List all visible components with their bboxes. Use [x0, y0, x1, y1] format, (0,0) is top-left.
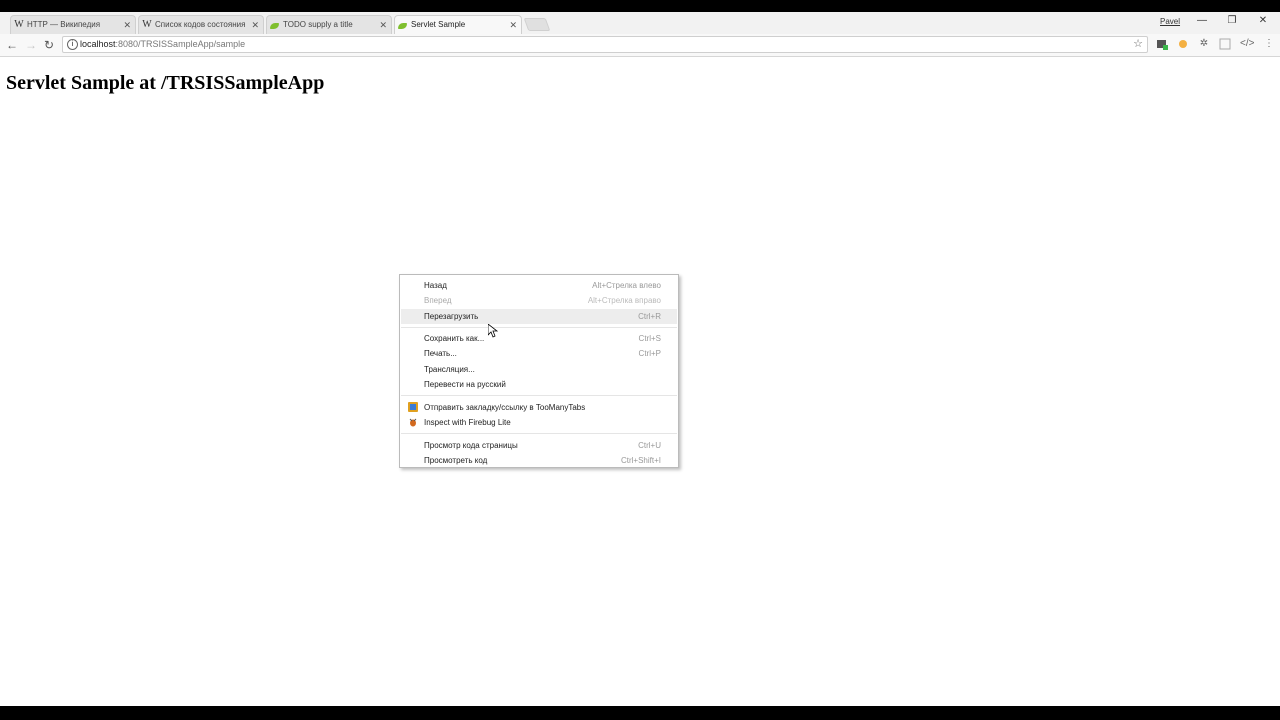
- menu-item-cast[interactable]: Трансляция...: [401, 362, 677, 377]
- menu-item-shortcut: Ctrl+Shift+I: [620, 456, 661, 465]
- tab-status-codes[interactable]: W Список кодов состояния ✕: [138, 15, 264, 34]
- tab-title: Список кодов состояния: [155, 20, 246, 29]
- menu-item-firebug[interactable]: Inspect with Firebug Lite: [401, 415, 677, 430]
- menu-item-label: Назад: [424, 281, 447, 290]
- menu-item-label: Отправить закладку/ссылку в TooManyTabs: [424, 403, 586, 412]
- menu-item-shortcut: Ctrl+R: [638, 312, 661, 321]
- toomanytabs-icon: [408, 402, 418, 412]
- menu-item-toomanytabs[interactable]: Отправить закладку/ссылку в TooManyTabs: [401, 400, 677, 415]
- menu-item-save-as[interactable]: Сохранить как... Ctrl+S: [401, 331, 677, 346]
- context-menu: Назад Alt+Стрелка влево Вперед Alt+Стрел…: [399, 274, 679, 468]
- close-window-icon[interactable]: ✕: [1253, 15, 1273, 26]
- url-host: localhost: [80, 39, 116, 49]
- page-heading: Servlet Sample at /TRSISSampleApp: [6, 72, 325, 94]
- menu-item-label: Вперед: [424, 296, 452, 305]
- profile-button[interactable]: Pavel: [1160, 17, 1180, 26]
- browser-window: W HTTP — Википедия ✕ W Список кодов сост…: [0, 12, 1280, 706]
- menu-item-label: Перезагрузить: [424, 312, 479, 321]
- mouse-cursor-icon: [488, 324, 498, 338]
- tab-strip: W HTTP — Википедия ✕ W Список кодов сост…: [0, 12, 1280, 34]
- wikipedia-icon: W: [14, 19, 24, 30]
- menu-item-shortcut: Alt+Стрелка вправо: [587, 296, 661, 305]
- menu-item-forward[interactable]: Вперед Alt+Стрелка вправо: [401, 293, 677, 308]
- close-tab-icon[interactable]: ✕: [379, 16, 387, 34]
- tab-title: HTTP — Википедия: [27, 20, 101, 29]
- menu-item-shortcut: Ctrl+S: [638, 334, 661, 343]
- browser-toolbar: ← → ↻ i localhost:8080/TRSISSampleApp/sa…: [0, 34, 1280, 57]
- menu-item-label: Inspect with Firebug Lite: [424, 418, 511, 427]
- new-tab-button[interactable]: [523, 18, 551, 31]
- address-bar[interactable]: i localhost:8080/TRSISSampleApp/sample ☆: [62, 36, 1148, 53]
- menu-item-shortcut: Ctrl+U: [638, 441, 661, 450]
- menu-item-label: Просмотр кода страницы: [424, 441, 518, 450]
- menu-item-inspect[interactable]: Просмотреть код Ctrl+Shift+I: [401, 453, 677, 468]
- tab-http-wikipedia[interactable]: W HTTP — Википедия ✕: [10, 15, 136, 34]
- reload-icon[interactable]: ↻: [42, 37, 56, 53]
- menu-item-label: Просмотреть код: [424, 456, 488, 465]
- tab-todo[interactable]: TODO supply a title ✕: [266, 15, 392, 34]
- menu-item-translate[interactable]: Перевести на русский: [401, 377, 677, 392]
- minimize-icon[interactable]: —: [1192, 15, 1212, 26]
- menu-item-label: Сохранить как...: [424, 334, 485, 343]
- restore-icon[interactable]: ❐: [1222, 15, 1242, 26]
- close-tab-icon[interactable]: ✕: [123, 16, 131, 34]
- menu-item-shortcut: Ctrl+P: [638, 349, 661, 358]
- close-tab-icon[interactable]: ✕: [251, 16, 259, 34]
- forward-arrow-icon[interactable]: →: [24, 37, 38, 53]
- close-tab-icon[interactable]: ✕: [509, 16, 517, 34]
- extension-icon[interactable]: [1219, 38, 1231, 50]
- devtools-code-icon[interactable]: </>: [1240, 38, 1254, 50]
- tab-title: Servlet Sample: [411, 20, 466, 29]
- url-path: :8080/TRSISSampleApp/sample: [115, 39, 246, 49]
- orange-extension-icon[interactable]: [1177, 38, 1189, 50]
- menu-item-print[interactable]: Печать... Ctrl+P: [401, 346, 677, 361]
- menu-item-back[interactable]: Назад Alt+Стрелка влево: [401, 278, 677, 293]
- menu-item-label: Печать...: [424, 349, 457, 358]
- back-arrow-icon[interactable]: ←: [5, 37, 19, 53]
- menu-item-shortcut: Alt+Стрелка влево: [592, 281, 661, 290]
- menu-separator: [401, 395, 677, 396]
- firebug-extension-icon[interactable]: ✲: [1198, 38, 1210, 50]
- menu-separator: [401, 327, 677, 328]
- menu-item-label: Перевести на русский: [424, 380, 506, 389]
- url-text[interactable]: localhost:8080/TRSISSampleApp/sample: [80, 39, 245, 49]
- tab-servlet-sample[interactable]: Servlet Sample ✕: [394, 15, 522, 34]
- firebug-icon: [408, 417, 418, 427]
- wikipedia-icon: W: [142, 19, 152, 30]
- menu-kebab-icon[interactable]: ⋮: [1263, 38, 1275, 50]
- info-icon[interactable]: i: [67, 39, 78, 50]
- leaf-icon: [398, 23, 407, 29]
- menu-item-view-source[interactable]: Просмотр кода страницы Ctrl+U: [401, 438, 677, 453]
- menu-item-reload[interactable]: Перезагрузить Ctrl+R: [401, 309, 677, 324]
- tab-title: TODO supply a title: [283, 20, 353, 29]
- leaf-icon: [270, 23, 279, 29]
- menu-separator: [401, 433, 677, 434]
- menu-item-label: Трансляция...: [424, 365, 475, 374]
- bookmark-star-icon[interactable]: ☆: [1133, 37, 1143, 50]
- toomanytabs-extension-icon[interactable]: [1156, 38, 1168, 50]
